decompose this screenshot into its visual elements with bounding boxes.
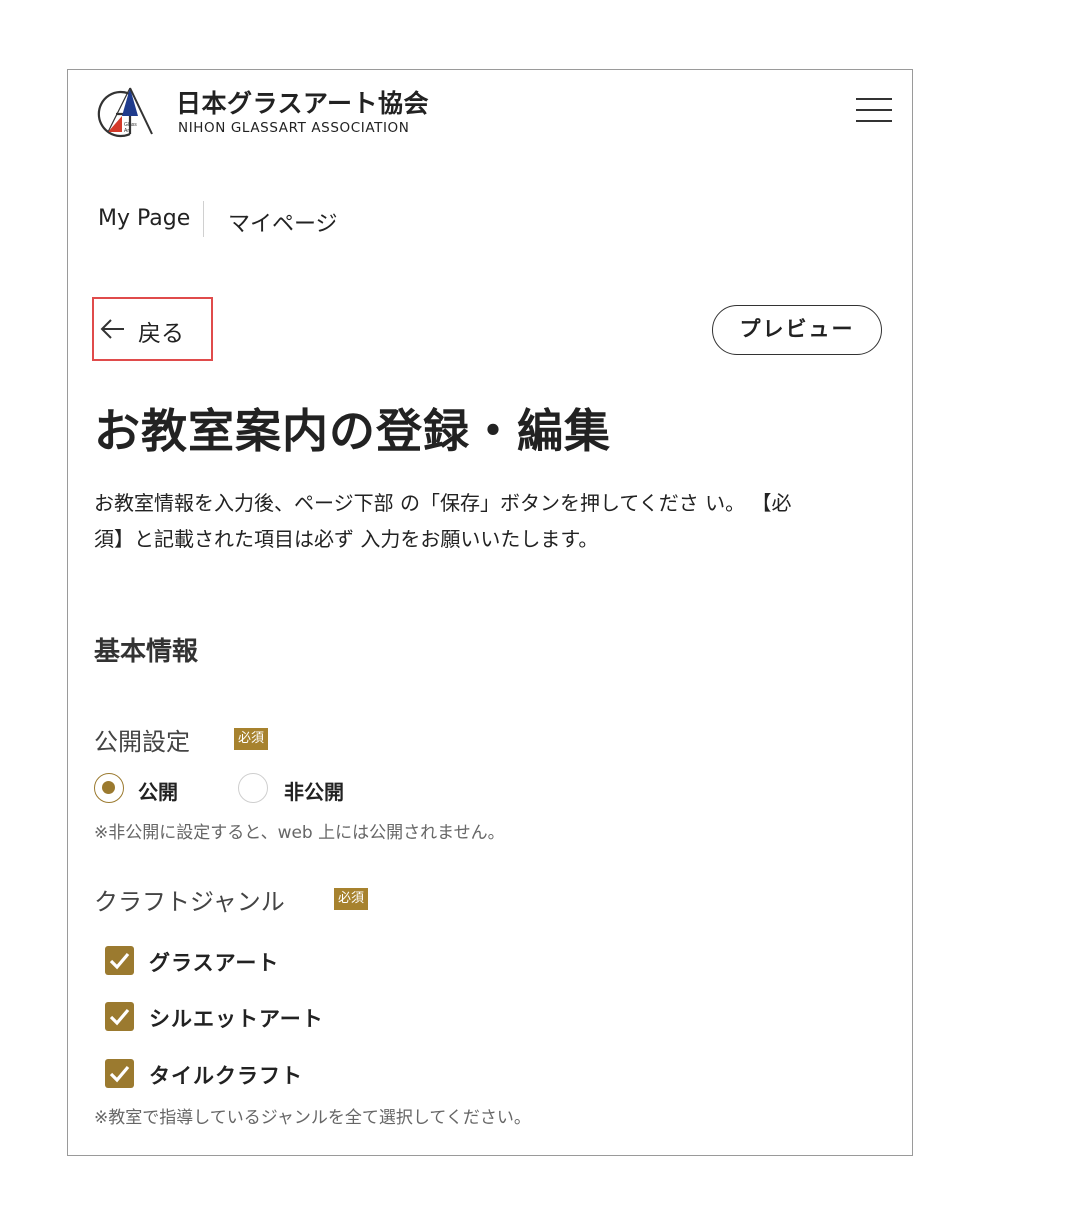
checkbox-silhouette-art[interactable] [105, 1002, 134, 1031]
checkbox-glass-art[interactable] [105, 946, 134, 975]
mypage-divider [203, 201, 204, 237]
mypage-title-en: My Page [98, 206, 191, 231]
publish-setting-note: ※非公開に設定すると、web 上には公開されません。 [94, 823, 505, 843]
page-description-line-2: 須】と記載された項目は必ず 入力をお願いいたします。 [94, 527, 599, 551]
publish-setting-label: 公開設定 [94, 728, 190, 756]
checkmark-icon [109, 1065, 130, 1083]
checkbox-tile-craft[interactable] [105, 1059, 134, 1088]
radio-private-label[interactable]: 非公開 [284, 776, 344, 805]
checkmark-icon [109, 952, 130, 970]
mypage-title-jp: マイページ [228, 212, 338, 237]
radio-public[interactable] [94, 773, 124, 803]
craft-genre-note: ※教室で指導しているジャンルを全て選択してください。 [94, 1108, 531, 1128]
radio-private[interactable] [238, 773, 268, 803]
page-title: お教室案内の登録・編集 [94, 404, 611, 458]
back-label: 戻る [138, 321, 184, 347]
hamburger-menu-icon[interactable] [856, 98, 892, 122]
glassart-logo-icon: Glass Art [97, 87, 153, 138]
org-name-en: NIHON GLASSART ASSOCIATION [178, 120, 410, 136]
section-heading-basic-info: 基本情報 [94, 637, 199, 667]
page-description: お教室情報を入力後、ページ下部 の「保存」ボタンを押してくださ い。 【必 須】… [94, 485, 874, 557]
required-badge: 必須 [334, 888, 369, 910]
checkbox-glass-art-label[interactable]: グラスアート [149, 947, 279, 977]
arrow-left-icon [100, 319, 124, 339]
craft-genre-label: クラフトジャンル [94, 888, 285, 916]
org-name-jp: 日本グラスアート協会 [176, 89, 430, 118]
back-button[interactable]: 戻る [92, 297, 213, 361]
checkbox-tile-craft-label[interactable]: タイルクラフト [149, 1060, 303, 1090]
radio-public-label[interactable]: 公開 [138, 776, 178, 805]
page-frame: Glass Art 日本グラスアート協会 NIHON GLASSART ASSO… [67, 69, 913, 1156]
preview-button[interactable]: プレビュー [712, 305, 882, 355]
checkbox-silhouette-art-label[interactable]: シルエットアート [149, 1003, 324, 1033]
checkmark-icon [109, 1008, 130, 1026]
logo-text-art: Art [124, 128, 131, 134]
required-badge: 必須 [234, 728, 269, 750]
page-description-line-1: お教室情報を入力後、ページ下部 の「保存」ボタンを押してくださ い。 【必 [94, 491, 792, 515]
association-logo[interactable]: Glass Art [86, 84, 164, 140]
